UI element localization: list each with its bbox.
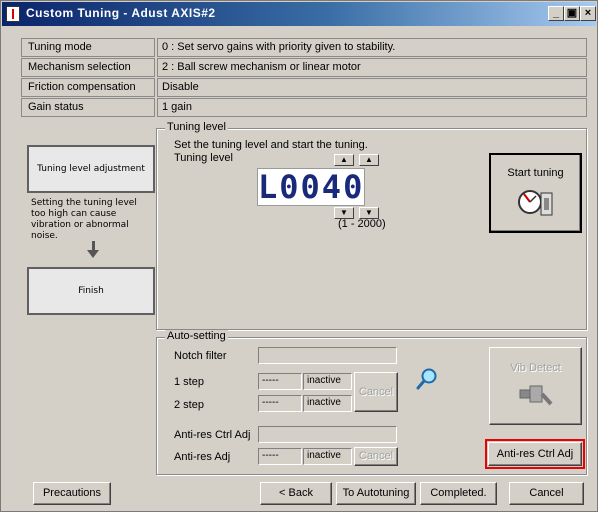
app-icon — [6, 6, 20, 22]
anti-res-cancel-button[interactable]: Cancel — [354, 447, 398, 466]
restore-button[interactable]: ▣ — [564, 6, 580, 21]
vibration-sensor-icon — [519, 385, 552, 406]
cancel-button[interactable]: Cancel — [509, 482, 584, 505]
vib-detect-label: Vib Detect — [510, 362, 561, 374]
flow-step-tuning-level-adjustment: Tuning level adjustment — [27, 145, 155, 193]
magnifier-icon — [416, 368, 437, 390]
to-autotuning-button[interactable]: To Autotuning — [336, 482, 416, 505]
step2-label: 2 step — [174, 399, 204, 411]
flow-step-finish: Finish — [27, 267, 155, 315]
increase-tens-button[interactable]: ▲ — [334, 154, 354, 166]
precautions-button[interactable]: Precautions — [33, 482, 111, 505]
step1-label: 1 step — [174, 376, 204, 388]
info-row-friction: Friction compensation Disable — [21, 78, 587, 97]
tuning-dial-icon — [517, 190, 552, 216]
anti-res-adj-status-field: inactive — [303, 448, 352, 465]
anti-res-adj-label: Anti-res Adj — [174, 451, 231, 463]
flow-warning-note: Setting the tuning level too high can ca… — [31, 198, 137, 241]
back-button[interactable]: < Back — [260, 482, 332, 505]
anti-res-ctrl-adj-field — [258, 426, 397, 443]
completed-button[interactable]: Completed. — [420, 482, 497, 505]
notch-filter-label: Notch filter — [174, 350, 227, 362]
tuning-level-group-title: Tuning level — [165, 121, 228, 133]
friction-compensation-value: Disable — [157, 78, 587, 97]
anti-res-adj-value-field: ----- — [258, 448, 302, 465]
tuning-level-range: (1 - 2000) — [338, 218, 386, 230]
custom-tuning-window: Custom Tuning - Adust AXIS#2 _ ▣ × Tunin… — [0, 0, 598, 512]
tuning-mode-label: Tuning mode — [21, 38, 155, 57]
step1-status-field: inactive — [303, 373, 352, 390]
tuning-instruction: Set the tuning level and start the tunin… — [174, 139, 368, 151]
close-button[interactable]: × — [580, 6, 596, 21]
gain-status-label: Gain status — [21, 98, 155, 117]
step1-value-field: ----- — [258, 373, 302, 390]
auto-setting-cancel-button[interactable]: Cancel — [354, 372, 398, 412]
auto-setting-group-title: Auto-setting — [165, 330, 228, 342]
window-title: Custom Tuning - Adust AXIS#2 — [26, 6, 216, 20]
mechanism-selection-label: Mechanism selection — [21, 58, 155, 77]
step2-status-field: inactive — [303, 395, 352, 412]
notch-filter-field — [258, 347, 397, 364]
start-tuning-label: Start tuning — [507, 167, 564, 179]
highlight-frame — [485, 439, 585, 469]
friction-compensation-label: Friction compensation — [21, 78, 155, 97]
info-row-gain-status: Gain status 1 gain — [21, 98, 587, 117]
increase-ones-button[interactable]: ▲ — [359, 154, 379, 166]
mechanism-selection-value: 2 : Ball screw mechanism or linear motor — [157, 58, 587, 77]
tuning-level-label: Tuning level — [174, 152, 233, 164]
vib-detect-button[interactable]: Vib Detect — [489, 347, 582, 425]
info-row-tuning-mode: Tuning mode 0 : Set servo gains with pri… — [21, 38, 587, 57]
minimize-button[interactable]: _ — [548, 6, 564, 21]
tuning-level-display: L0040 — [257, 168, 365, 206]
down-arrow-icon — [87, 250, 99, 258]
title-bar[interactable]: Custom Tuning - Adust AXIS#2 _ ▣ × — [2, 2, 596, 26]
tuning-mode-value: 0 : Set servo gains with priority given … — [157, 38, 587, 57]
step2-value-field: ----- — [258, 395, 302, 412]
info-row-mechanism: Mechanism selection 2 : Ball screw mecha… — [21, 58, 587, 77]
start-tuning-button[interactable]: Start tuning — [489, 153, 582, 233]
anti-res-ctrl-adj-label: Anti-res Ctrl Adj — [174, 429, 251, 441]
gain-status-value: 1 gain — [157, 98, 587, 117]
